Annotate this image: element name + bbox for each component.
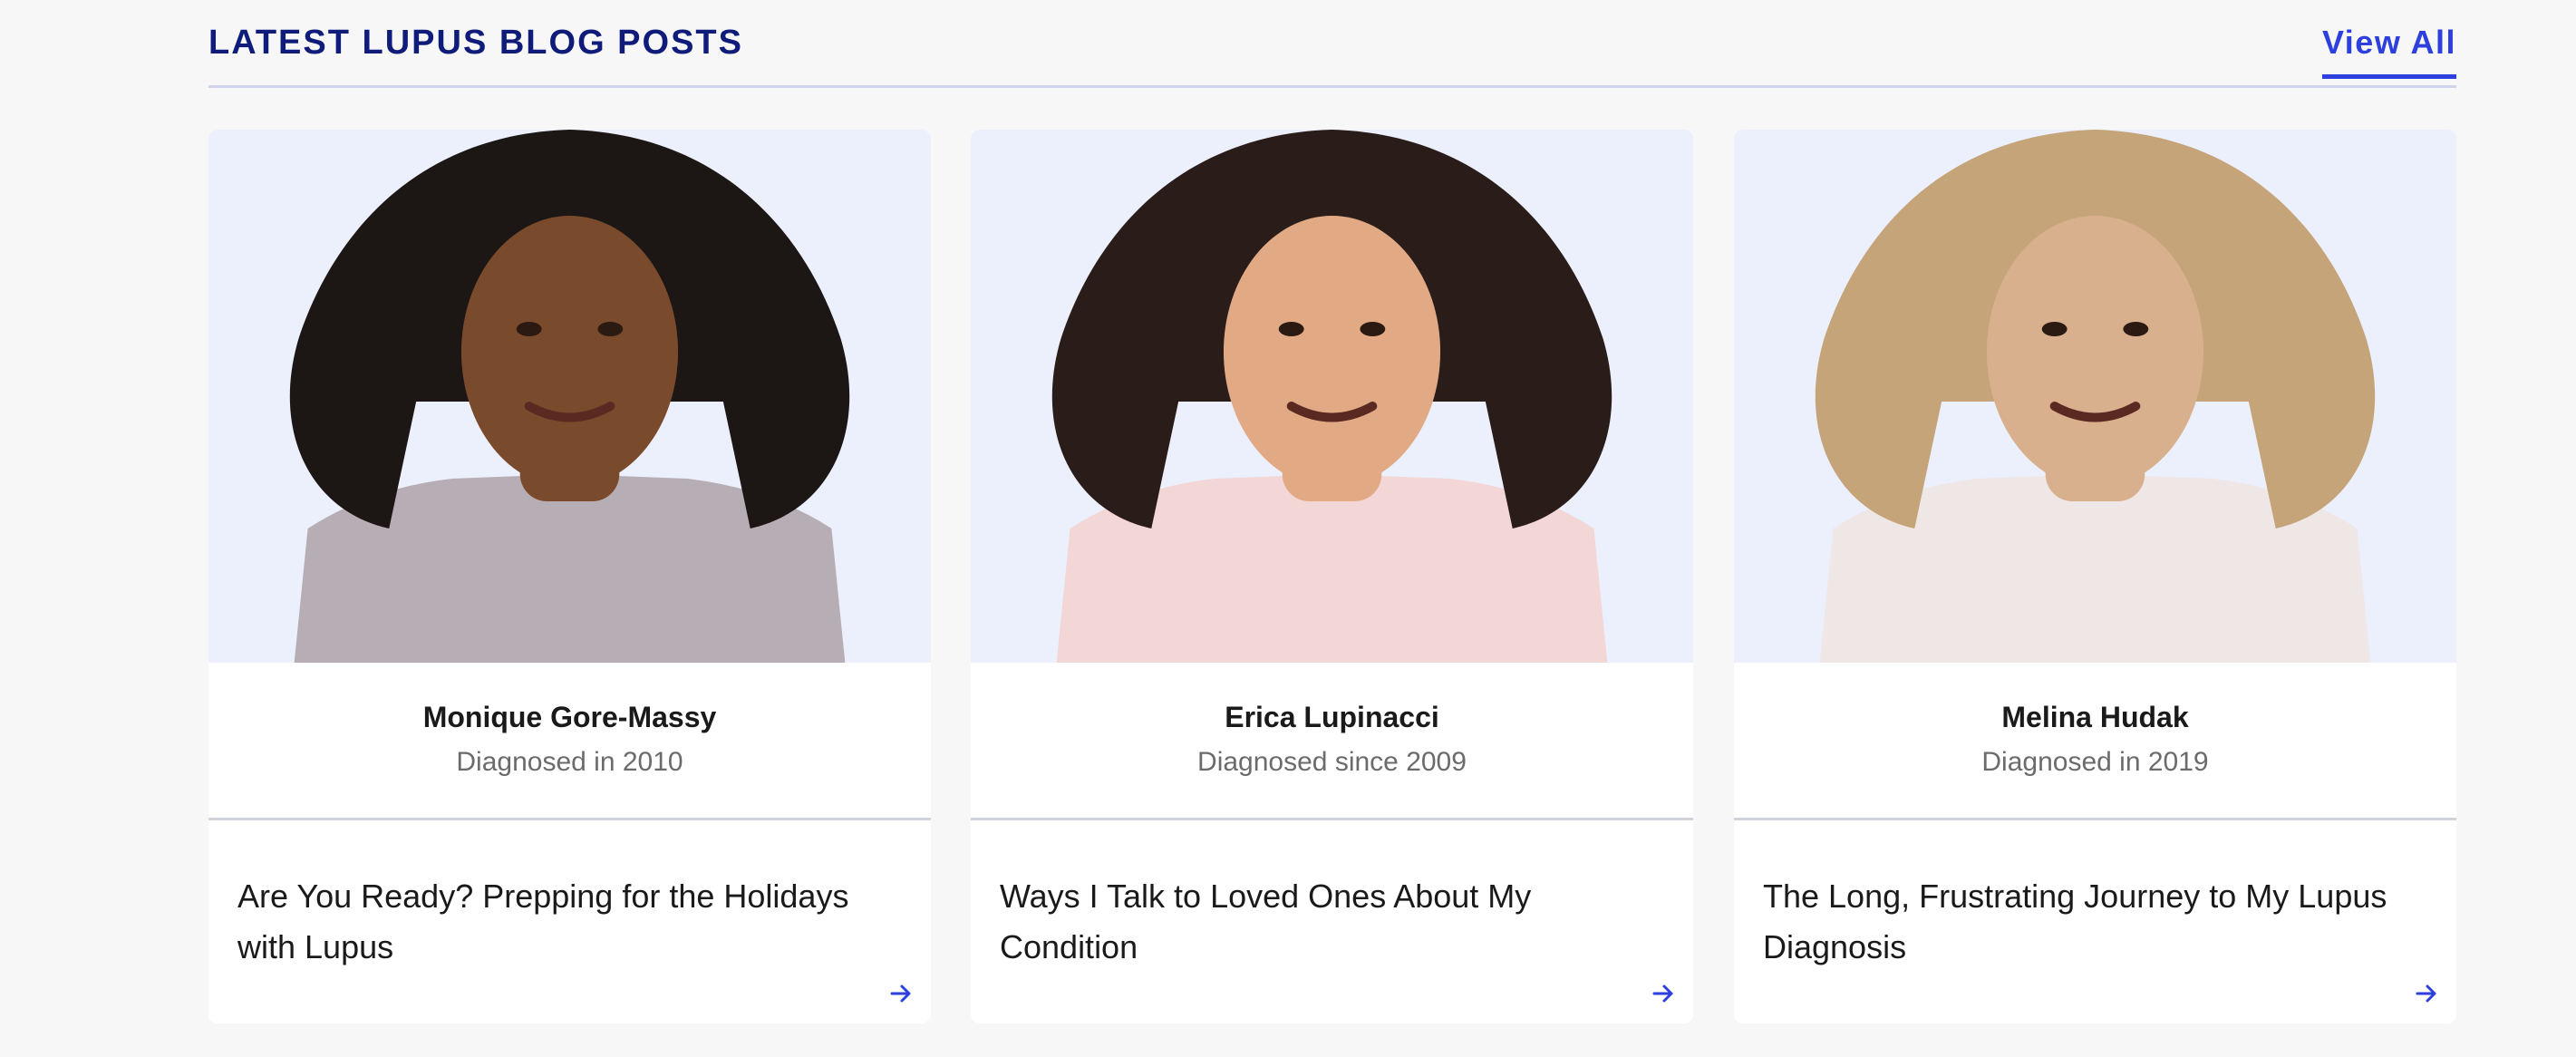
portrait-illustration <box>1051 130 1612 663</box>
author-portrait <box>971 130 1693 663</box>
author-info: Erica Lupinacci Diagnosed since 2009 <box>971 663 1693 820</box>
post-body: The Long, Frustrating Journey to My Lupu… <box>1734 820 2456 1023</box>
blog-card[interactable]: Monique Gore-Massy Diagnosed in 2010 Are… <box>208 130 931 1023</box>
author-info: Monique Gore-Massy Diagnosed in 2010 <box>208 663 931 820</box>
author-info: Melina Hudak Diagnosed in 2019 <box>1734 663 2456 820</box>
diagnosis-text: Diagnosed since 2009 <box>1197 747 1467 777</box>
blog-section: LATEST LUPUS BLOG POSTS View All Monique… <box>208 0 2456 1023</box>
arrow-right-icon[interactable] <box>2413 980 2440 1007</box>
author-name: Monique Gore-Massy <box>422 701 717 733</box>
diagnosis-text: Diagnosed in 2010 <box>456 747 683 777</box>
post-title[interactable]: Are You Ready? Prepping for the Holidays… <box>237 871 876 973</box>
arrow-right-icon[interactable] <box>887 980 915 1007</box>
author-name: Erica Lupinacci <box>1225 701 1439 733</box>
blog-card[interactable]: Erica Lupinacci Diagnosed since 2009 Way… <box>971 130 1693 1023</box>
section-title: LATEST LUPUS BLOG POSTS <box>208 24 743 62</box>
portrait-illustration <box>1815 130 2376 663</box>
portrait-illustration <box>289 130 850 663</box>
post-title[interactable]: Ways I Talk to Loved Ones About My Condi… <box>1000 871 1639 973</box>
blog-card[interactable]: Melina Hudak Diagnosed in 2019 The Long,… <box>1734 130 2456 1023</box>
author-name: Melina Hudak <box>2001 701 2189 733</box>
post-title[interactable]: The Long, Frustrating Journey to My Lupu… <box>1763 871 2402 973</box>
arrow-right-icon[interactable] <box>1650 980 1677 1007</box>
diagnosis-text: Diagnosed in 2019 <box>1981 747 2209 777</box>
post-body: Ways I Talk to Loved Ones About My Condi… <box>971 820 1693 1023</box>
section-header: LATEST LUPUS BLOG POSTS View All <box>208 0 2456 88</box>
author-portrait <box>208 130 931 663</box>
author-portrait <box>1734 130 2456 663</box>
blog-card-list: Monique Gore-Massy Diagnosed in 2010 Are… <box>208 130 2456 1023</box>
view-all-link[interactable]: View All <box>2321 24 2456 79</box>
post-body: Are You Ready? Prepping for the Holidays… <box>208 820 931 1023</box>
